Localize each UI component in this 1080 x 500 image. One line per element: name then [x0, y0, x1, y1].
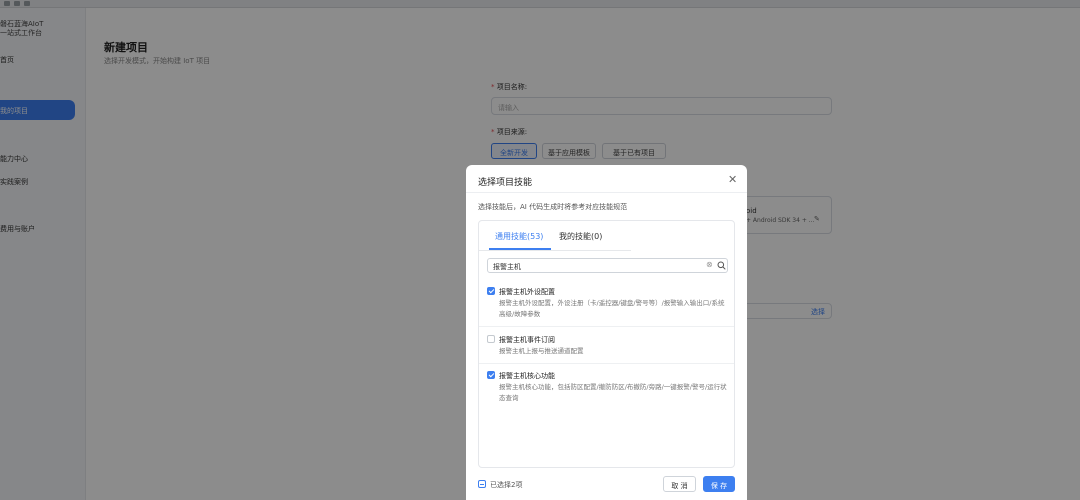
skill-name: 报警主机核心功能	[499, 372, 555, 380]
skills-panel: 通用技能(53) 我的技能(0) 报警主机 ⊗ 报警主机外设配置 报警主机外设配…	[478, 220, 735, 468]
save-button[interactable]: 保 存	[703, 476, 735, 492]
skill-description: 报警主机外设配置，外设注册（卡/遥控器/键盘/警号等）/报警输入输出口/系统高级…	[499, 299, 725, 318]
select-all-icon[interactable]	[478, 480, 486, 488]
skill-description: 报警主机核心功能，包括防区配置/撤防防区/布撤防/旁路/一键报警/警号/运行状态…	[499, 383, 727, 402]
skill-description: 报警主机上报与推送通道配置	[499, 347, 584, 355]
search-icon[interactable]	[717, 261, 726, 270]
selected-count: 已选择2项	[490, 481, 523, 489]
tab-general-skills[interactable]: 通用技能(53)	[495, 231, 543, 242]
checkbox-checked[interactable]	[487, 371, 495, 379]
close-icon[interactable]: ✕	[728, 173, 737, 186]
skill-name: 报警主机外设配置	[499, 288, 555, 296]
skill-search-input[interactable]: 报警主机 ⊗	[487, 258, 728, 273]
list-divider	[479, 326, 734, 327]
select-skills-dialog: 选择项目技能 ✕ 选择技能后，AI 代码生成时将参考对应技能规范 通用技能(53…	[466, 165, 747, 500]
dialog-divider	[466, 192, 747, 193]
dialog-description: 选择技能后，AI 代码生成时将参考对应技能规范	[478, 203, 628, 211]
tabs-divider	[479, 250, 631, 251]
cancel-button[interactable]: 取 消	[663, 476, 696, 492]
skill-name: 报警主机事件订阅	[499, 336, 555, 344]
search-value: 报警主机	[493, 263, 521, 271]
checkbox-checked[interactable]	[487, 287, 495, 295]
checkbox-unchecked[interactable]	[487, 335, 495, 343]
active-tab-indicator	[489, 248, 551, 250]
dialog-title: 选择项目技能	[478, 178, 533, 188]
list-divider	[479, 363, 734, 364]
clear-icon[interactable]: ⊗	[706, 260, 713, 269]
tab-my-skills[interactable]: 我的技能(0)	[559, 231, 602, 242]
